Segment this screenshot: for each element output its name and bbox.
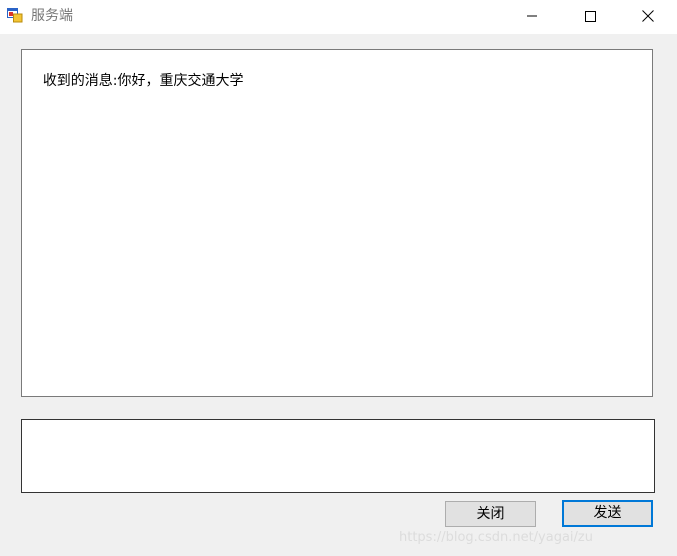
received-messages-textbox[interactable]: 收到的消息:你好，重庆交通大学	[21, 49, 653, 397]
send-button[interactable]: 发送	[562, 500, 653, 527]
message-input[interactable]	[21, 419, 655, 493]
minimize-icon	[527, 15, 537, 17]
maximize-icon	[584, 10, 596, 22]
close-window-button[interactable]	[619, 0, 677, 32]
app-icon	[7, 7, 23, 23]
app-window: 服务端 收到的消息:你好，重庆交通大学 关闭 发送 https://blog.c…	[0, 0, 677, 556]
received-message-text: 收到的消息:你好，重庆交通大学	[42, 73, 244, 89]
close-button[interactable]: 关闭	[445, 501, 536, 527]
maximize-button[interactable]	[561, 0, 619, 32]
close-icon	[642, 10, 654, 22]
title-bar[interactable]: 服务端	[0, 0, 677, 34]
window-title: 服务端	[31, 8, 73, 24]
watermark: https://blog.csdn.net/yagai/zu	[399, 530, 593, 545]
minimize-button[interactable]	[503, 0, 561, 32]
